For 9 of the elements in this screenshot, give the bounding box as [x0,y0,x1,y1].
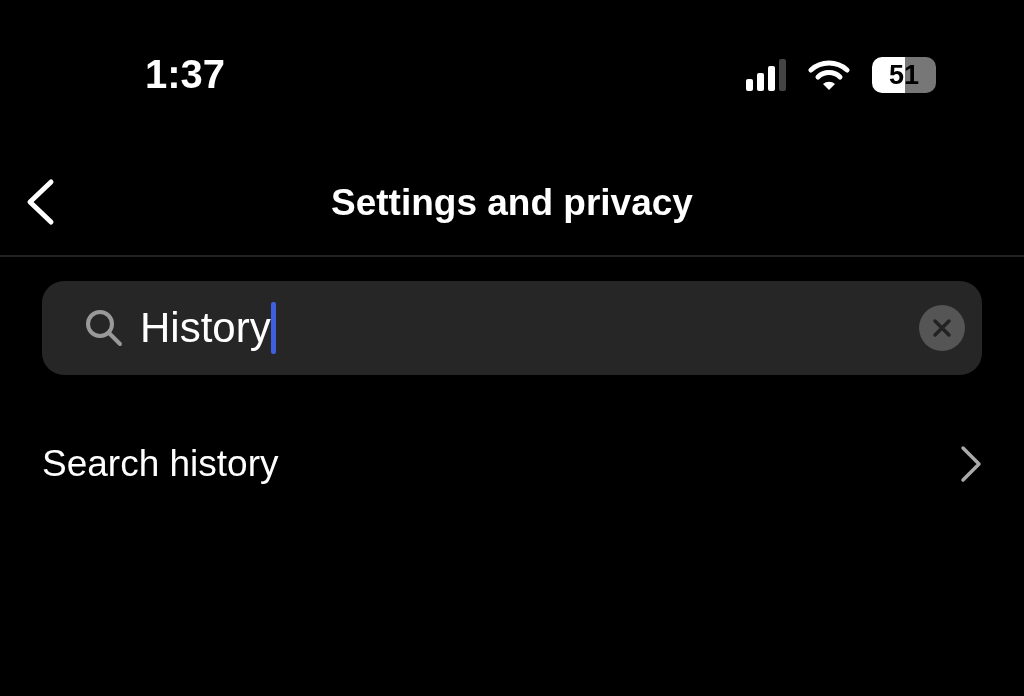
page-title: Settings and privacy [331,181,693,224]
battery-icon: 51 [872,57,936,93]
search-field[interactable]: History [42,281,982,375]
status-time: 1:37 [145,51,226,97]
chevron-icon [960,445,982,483]
result-row[interactable]: Search history [42,419,982,509]
wifi-icon [808,59,850,91]
search-icon [84,308,124,348]
signal-icon [746,59,786,91]
